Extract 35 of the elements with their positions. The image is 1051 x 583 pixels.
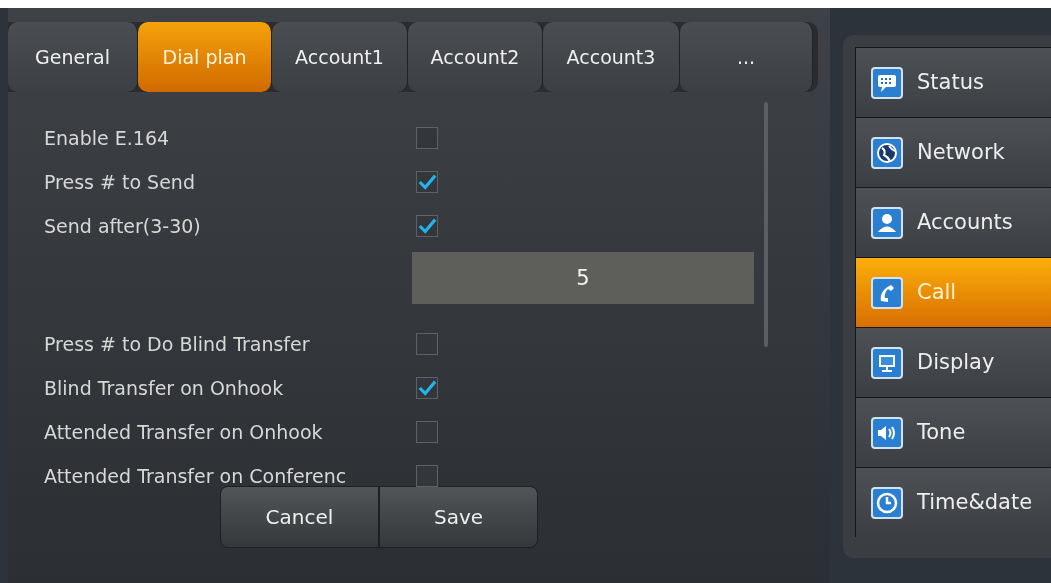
menu-item[interactable]: Status xyxy=(855,47,1051,117)
setting-label: Press # to Do Blind Transfer xyxy=(44,331,311,357)
tab[interactable]: Account2 xyxy=(408,22,543,92)
setting-label: Send after(3-30) xyxy=(44,213,202,239)
checkbox[interactable] xyxy=(416,377,438,399)
menu-item[interactable]: Display xyxy=(855,327,1051,397)
setting-label: Enable E.164 xyxy=(44,125,171,151)
tab[interactable]: ... xyxy=(680,22,813,92)
globe-icon xyxy=(871,136,903,169)
checkbox[interactable] xyxy=(416,127,438,149)
setting-label: Attended Transfer on Onhook xyxy=(44,419,324,445)
dialog-button[interactable]: Save xyxy=(379,486,538,548)
setting-label: Blind Transfer on Onhook xyxy=(44,375,285,401)
monitor-icon xyxy=(871,346,903,379)
checkbox[interactable] xyxy=(416,215,438,237)
number-field[interactable]: 5 xyxy=(412,252,754,304)
menu-item[interactable]: Network xyxy=(855,117,1051,187)
phone-handset-icon xyxy=(871,276,903,309)
tab[interactable]: Account3 xyxy=(543,22,680,92)
checkbox[interactable] xyxy=(416,421,438,443)
checkbox[interactable] xyxy=(416,465,438,487)
tab[interactable]: General xyxy=(8,22,138,92)
checkbox[interactable] xyxy=(416,171,438,193)
chat-bubble-icon xyxy=(871,66,903,99)
menu-item[interactable]: Time&date xyxy=(855,467,1051,537)
person-icon xyxy=(871,206,903,239)
setting-label: Attended Transfer on Conferenc xyxy=(44,463,348,489)
menu-item[interactable]: Accounts xyxy=(855,187,1051,257)
setting-label: Press # to Send xyxy=(44,169,196,195)
dialog-button[interactable]: Cancel xyxy=(220,486,379,548)
checkbox[interactable] xyxy=(416,333,438,355)
speaker-icon xyxy=(871,416,903,449)
clock-icon xyxy=(871,486,903,519)
tab[interactable]: Account1 xyxy=(272,22,408,92)
menu-item[interactable]: Tone xyxy=(855,397,1051,467)
